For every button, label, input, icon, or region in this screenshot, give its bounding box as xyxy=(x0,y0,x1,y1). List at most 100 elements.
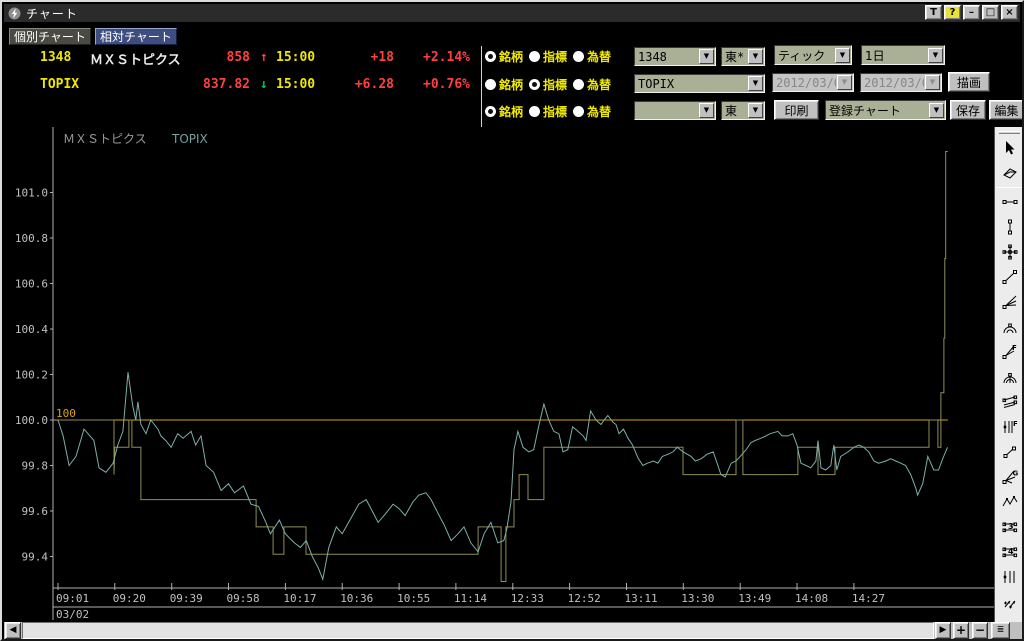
minimize-button[interactable]: – xyxy=(963,5,980,20)
fan-line-tool-button[interactable] xyxy=(997,290,1022,314)
edit-button[interactable]: 編集 xyxy=(989,100,1022,120)
print-button[interactable]: 印刷 xyxy=(774,100,819,120)
x-tick-label: 13:11 xyxy=(625,592,658,605)
close-button[interactable]: × xyxy=(1001,5,1018,20)
x-tick-label: 09:39 xyxy=(170,592,203,605)
scroll-left-button[interactable]: ◀ xyxy=(5,622,21,639)
gann-fan-tool-button[interactable]: G xyxy=(997,465,1022,489)
chevron-down-icon[interactable]: ▼ xyxy=(748,76,763,91)
scrollbar-track[interactable] xyxy=(22,622,934,639)
cross-line-tool-button[interactable] xyxy=(997,240,1022,264)
chevron-down-icon[interactable]: ▼ xyxy=(835,47,850,63)
saved-charts-select[interactable]: 登録チャート ▼ xyxy=(825,100,946,120)
radio-symbol-row1[interactable]: 銘柄 xyxy=(485,48,523,65)
parallel-channel-icon xyxy=(1002,395,1017,408)
svg-text:F: F xyxy=(1013,420,1018,428)
chart-scrollbar: ◀ ▶ + − ≣ xyxy=(4,622,1022,639)
radio-index-row3[interactable]: 指標 xyxy=(529,103,567,120)
gann-arc-tool-button[interactable] xyxy=(997,365,1022,389)
zoom-in-button[interactable]: + xyxy=(953,622,969,639)
fibonacci-fan-tool-button[interactable]: F xyxy=(997,340,1022,364)
three-point-line-tool-button[interactable]: 3 xyxy=(997,515,1022,539)
svg-text:F: F xyxy=(1012,344,1017,352)
date-from-select[interactable]: 2012/03/03▼ xyxy=(772,73,854,92)
chevron-down-icon[interactable]: ▼ xyxy=(748,49,763,64)
radio-index-row1[interactable]: 指標 xyxy=(529,48,567,65)
four-point-line-tool-button[interactable]: 4 xyxy=(997,540,1022,564)
radio-fx-row3[interactable]: 為替 xyxy=(573,103,611,120)
scroll-menu-button[interactable]: ≣ xyxy=(991,622,1010,639)
drawing-toolbar: F F G 3 4 xyxy=(994,127,1022,639)
chart-plot[interactable]: 101.0 100.8 100.6 100.4 100.2 100.0 99.8 99.6 99… xyxy=(6,127,994,621)
x-tick-label: 10:17 xyxy=(283,592,316,605)
fibonacci-fan-icon: F xyxy=(1002,344,1017,359)
radio-fx-row1[interactable]: 為替 xyxy=(573,48,611,65)
radio-index-row2[interactable]: 指標 xyxy=(529,76,567,93)
vertical-line-icon xyxy=(1007,219,1012,235)
toolbar-grip[interactable] xyxy=(999,131,1020,134)
x-tick-label: 11:14 xyxy=(454,592,487,605)
x-tick-label: 10:36 xyxy=(340,592,373,605)
quote1-time: 15:00 xyxy=(276,50,316,65)
arrow-marks-icon xyxy=(1003,600,1015,609)
parallel-channel-tool-button[interactable] xyxy=(997,390,1022,414)
gann-arc-icon xyxy=(1003,373,1016,384)
tab-relative-chart[interactable]: 相対チャート xyxy=(95,28,177,45)
y-tick-label: 99.6 xyxy=(22,505,49,518)
baseline-label: 100 xyxy=(56,407,76,420)
zoom-out-button[interactable]: − xyxy=(972,622,988,639)
quote2-change: +6.28 xyxy=(354,77,394,92)
chevron-down-icon[interactable]: ▼ xyxy=(699,49,714,64)
chart-area[interactable]: 101.0 100.8 100.6 100.4 100.2 100.0 99.8 99.6 99… xyxy=(6,127,994,621)
symbol2-select[interactable]: TOPIX ▼ xyxy=(634,74,765,93)
market3-select[interactable]: 東 ▼ xyxy=(721,101,765,120)
symbol3-select[interactable]: ▼ xyxy=(634,101,716,120)
radio-symbol-row3[interactable]: 銘柄 xyxy=(485,103,523,120)
date-to-select[interactable]: 2012/03/03▼ xyxy=(860,73,942,92)
fibonacci-timezone-tool-button[interactable]: F xyxy=(997,415,1022,439)
chevron-down-icon[interactable]: ▼ xyxy=(929,102,944,118)
quote1-change: +18 xyxy=(370,50,394,65)
draw-button[interactable]: 描画 xyxy=(948,72,990,92)
quote2-price: 837.82 xyxy=(203,77,250,92)
scroll-right-button[interactable]: ▶ xyxy=(935,622,951,639)
arrow-marks-tool-button[interactable] xyxy=(997,590,1022,614)
trend-line-icon xyxy=(1002,200,1017,204)
text-tool-button[interactable]: T xyxy=(925,5,942,20)
quote1-name: ＭＸＳトピクス xyxy=(90,53,181,68)
zigzag-line-tool-button[interactable] xyxy=(997,490,1022,514)
chevron-down-icon[interactable]: ▼ xyxy=(928,47,943,63)
range-select[interactable]: 1日 ▼ xyxy=(861,45,945,65)
quote2-arrow-down: ↓ xyxy=(260,77,268,92)
x-tick-label: 13:49 xyxy=(738,592,771,605)
x-tick-label: 09:58 xyxy=(227,592,260,605)
eraser-tool-button[interactable] xyxy=(997,161,1022,185)
radio-fx-row2[interactable]: 為替 xyxy=(573,76,611,93)
maximize-button[interactable]: □ xyxy=(982,5,999,20)
vertical-lines-tool-button[interactable] xyxy=(997,565,1022,589)
interval-select[interactable]: ティック ▼ xyxy=(774,45,852,65)
y-tick-label: 100.0 xyxy=(15,414,48,427)
chevron-down-icon[interactable]: ▼ xyxy=(748,103,763,118)
app-icon xyxy=(8,7,21,19)
save-button[interactable]: 保存 xyxy=(950,100,986,120)
fibonacci-arc-tool-button[interactable] xyxy=(997,315,1022,339)
market1-select[interactable]: 東* ▼ xyxy=(721,47,765,66)
three-point-line-icon: 3 xyxy=(1002,522,1017,533)
diagonal-line-tool-button[interactable] xyxy=(997,265,1022,289)
symbol1-select[interactable]: 1348 ▼ xyxy=(634,47,716,66)
help-button[interactable]: ? xyxy=(944,5,961,20)
chevron-down-icon[interactable]: ▼ xyxy=(699,103,714,118)
fibonacci-timezone-icon: F xyxy=(1003,420,1018,433)
legend-topix: TOPIX xyxy=(171,132,208,146)
vertical-line-tool-button[interactable] xyxy=(997,215,1022,239)
short-trend-line-tool-button[interactable] xyxy=(997,440,1022,464)
pointer-tool-button[interactable] xyxy=(997,136,1022,160)
svg-text:4: 4 xyxy=(1008,547,1014,556)
y-tick-label: 100.6 xyxy=(15,278,48,291)
four-point-line-icon: 4 xyxy=(1002,547,1017,558)
trend-line-tool-button[interactable] xyxy=(997,190,1022,214)
quote1-change-pct: +2.14% xyxy=(423,50,470,65)
radio-symbol-row2[interactable]: 銘柄 xyxy=(485,76,523,93)
tab-individual-chart[interactable]: 個別チャート xyxy=(9,28,91,45)
